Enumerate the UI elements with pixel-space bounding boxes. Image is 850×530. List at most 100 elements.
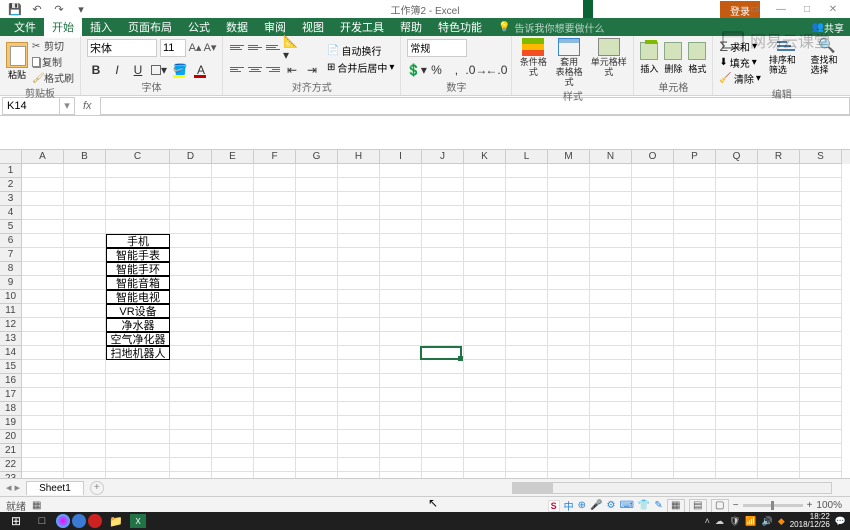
cell-J6[interactable] bbox=[422, 234, 464, 248]
cell-K22[interactable] bbox=[464, 458, 506, 472]
font-color-button[interactable]: A bbox=[192, 61, 210, 79]
zoom-out-button[interactable]: − bbox=[733, 500, 739, 511]
column-header-I[interactable]: I bbox=[380, 150, 422, 164]
sheet-next-icon[interactable]: ▸ bbox=[15, 481, 21, 494]
status-icon-3[interactable]: ⚙ bbox=[606, 500, 615, 511]
cell-G15[interactable] bbox=[296, 360, 338, 374]
cell-E8[interactable] bbox=[212, 262, 254, 276]
cell-A17[interactable] bbox=[22, 388, 64, 402]
cell-N6[interactable] bbox=[590, 234, 632, 248]
cell-C13[interactable]: 空气净化器 bbox=[106, 332, 170, 346]
row-header-8[interactable]: 8 bbox=[0, 262, 22, 276]
cell-O1[interactable] bbox=[632, 164, 674, 178]
cell-Q22[interactable] bbox=[716, 458, 758, 472]
indent-decrease-button[interactable]: ⇤ bbox=[283, 61, 301, 79]
cell-D15[interactable] bbox=[170, 360, 212, 374]
cell-B10[interactable] bbox=[64, 290, 106, 304]
cell-Q1[interactable] bbox=[716, 164, 758, 178]
cell-P6[interactable] bbox=[674, 234, 716, 248]
cell-F6[interactable] bbox=[254, 234, 296, 248]
cell-P20[interactable] bbox=[674, 430, 716, 444]
cell-M17[interactable] bbox=[548, 388, 590, 402]
comma-button[interactable]: , bbox=[447, 61, 465, 79]
cell-O19[interactable] bbox=[632, 416, 674, 430]
cell-H12[interactable] bbox=[338, 318, 380, 332]
cell-A6[interactable] bbox=[22, 234, 64, 248]
row-header-7[interactable]: 7 bbox=[0, 248, 22, 262]
row-header-16[interactable]: 16 bbox=[0, 374, 22, 388]
cell-K16[interactable] bbox=[464, 374, 506, 388]
cell-G12[interactable] bbox=[296, 318, 338, 332]
cell-F3[interactable] bbox=[254, 192, 296, 206]
cell-F17[interactable] bbox=[254, 388, 296, 402]
tab-layout[interactable]: 页面布局 bbox=[120, 16, 180, 38]
cell-M16[interactable] bbox=[548, 374, 590, 388]
column-header-L[interactable]: L bbox=[506, 150, 548, 164]
column-header-C[interactable]: C bbox=[106, 150, 170, 164]
cell-L4[interactable] bbox=[506, 206, 548, 220]
cell-M2[interactable] bbox=[548, 178, 590, 192]
cell-G14[interactable] bbox=[296, 346, 338, 360]
merge-center-button[interactable]: ⊞ 合并后居中 ▾ bbox=[327, 60, 394, 75]
cell-B8[interactable] bbox=[64, 262, 106, 276]
cell-A19[interactable] bbox=[22, 416, 64, 430]
cell-L7[interactable] bbox=[506, 248, 548, 262]
cell-R9[interactable] bbox=[758, 276, 800, 290]
tab-home[interactable]: 开始 bbox=[44, 16, 82, 38]
cell-L6[interactable] bbox=[506, 234, 548, 248]
cell-N3[interactable] bbox=[590, 192, 632, 206]
cell-P11[interactable] bbox=[674, 304, 716, 318]
cell-F2[interactable] bbox=[254, 178, 296, 192]
cell-S16[interactable] bbox=[800, 374, 842, 388]
cell-I1[interactable] bbox=[380, 164, 422, 178]
cell-G16[interactable] bbox=[296, 374, 338, 388]
cell-N11[interactable] bbox=[590, 304, 632, 318]
cell-O6[interactable] bbox=[632, 234, 674, 248]
cell-M19[interactable] bbox=[548, 416, 590, 430]
cell-R11[interactable] bbox=[758, 304, 800, 318]
cell-J19[interactable] bbox=[422, 416, 464, 430]
cell-K2[interactable] bbox=[464, 178, 506, 192]
cell-B3[interactable] bbox=[64, 192, 106, 206]
decrease-decimal-button[interactable]: ←.0 bbox=[487, 61, 505, 79]
paste-button[interactable]: 粘贴 bbox=[6, 42, 28, 81]
cell-A12[interactable] bbox=[22, 318, 64, 332]
cell-Q16[interactable] bbox=[716, 374, 758, 388]
cell-O17[interactable] bbox=[632, 388, 674, 402]
cell-D17[interactable] bbox=[170, 388, 212, 402]
cell-I14[interactable] bbox=[380, 346, 422, 360]
cell-S6[interactable] bbox=[800, 234, 842, 248]
cell-D9[interactable] bbox=[170, 276, 212, 290]
row-header-17[interactable]: 17 bbox=[0, 388, 22, 402]
row-header-22[interactable]: 22 bbox=[0, 458, 22, 472]
cell-G18[interactable] bbox=[296, 402, 338, 416]
align-bottom-button[interactable] bbox=[265, 41, 281, 55]
cell-H20[interactable] bbox=[338, 430, 380, 444]
cell-Q2[interactable] bbox=[716, 178, 758, 192]
cell-C16[interactable] bbox=[106, 374, 170, 388]
cell-O14[interactable] bbox=[632, 346, 674, 360]
cell-B15[interactable] bbox=[64, 360, 106, 374]
cell-H4[interactable] bbox=[338, 206, 380, 220]
cell-B2[interactable] bbox=[64, 178, 106, 192]
cell-J14[interactable] bbox=[422, 346, 464, 360]
cell-P2[interactable] bbox=[674, 178, 716, 192]
status-icon-2[interactable]: 🎤 bbox=[590, 500, 602, 511]
cell-H1[interactable] bbox=[338, 164, 380, 178]
cell-K14[interactable] bbox=[464, 346, 506, 360]
cell-S20[interactable] bbox=[800, 430, 842, 444]
cell-I7[interactable] bbox=[380, 248, 422, 262]
cell-K10[interactable] bbox=[464, 290, 506, 304]
cell-Q11[interactable] bbox=[716, 304, 758, 318]
cell-E20[interactable] bbox=[212, 430, 254, 444]
cell-G10[interactable] bbox=[296, 290, 338, 304]
cell-P13[interactable] bbox=[674, 332, 716, 346]
ime-badge[interactable]: S bbox=[548, 500, 560, 512]
task-view-button[interactable]: □ bbox=[30, 513, 54, 529]
cell-B22[interactable] bbox=[64, 458, 106, 472]
orientation-button[interactable]: 📐▾ bbox=[283, 39, 301, 57]
cell-B16[interactable] bbox=[64, 374, 106, 388]
row-header-12[interactable]: 12 bbox=[0, 318, 22, 332]
cell-C7[interactable]: 智能手表 bbox=[106, 248, 170, 262]
cell-I8[interactable] bbox=[380, 262, 422, 276]
